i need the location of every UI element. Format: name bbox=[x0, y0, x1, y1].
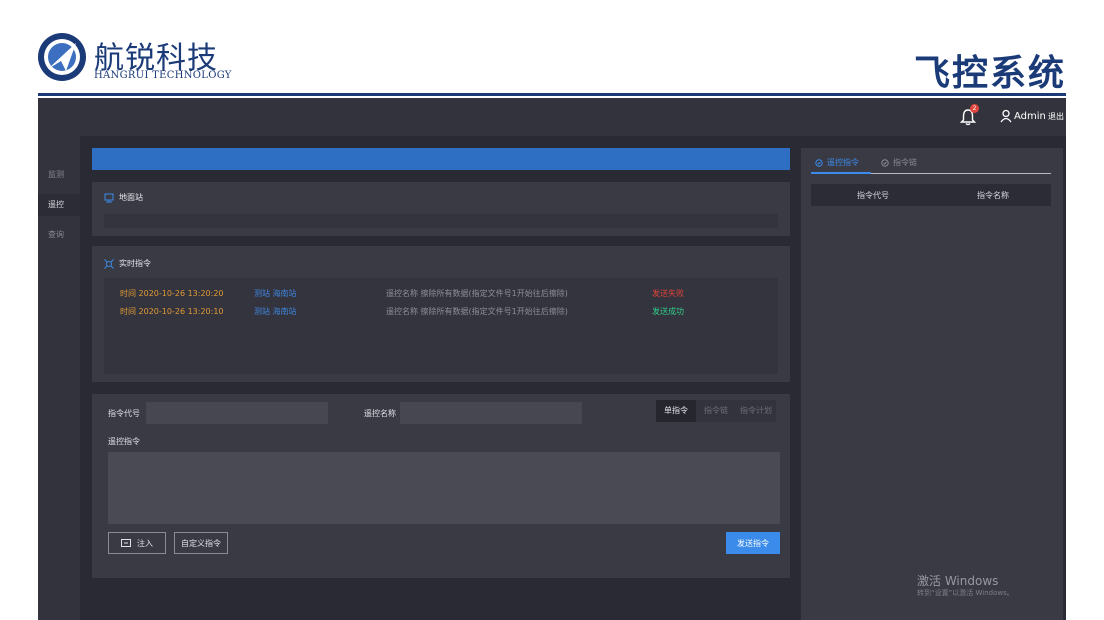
realtime-title: 实时指令 bbox=[119, 259, 151, 268]
sidebar-item-monitor[interactable]: 监测 bbox=[38, 164, 80, 186]
column-header-name: 指令名称 bbox=[977, 191, 1009, 200]
remote-name-label: 遥控名称 bbox=[364, 409, 396, 418]
header-rule bbox=[38, 93, 1066, 96]
top-bar: 2 Admin 退出 bbox=[38, 98, 1066, 136]
realtime-command-icon bbox=[104, 258, 114, 269]
realtime-command-panel: 实时指令 时间 2020-10-26 13:20:20 测站 海南站 遥控名称 … bbox=[92, 246, 790, 382]
windows-activation-hint: 转到“设置”以激活 Windows。 bbox=[917, 589, 1014, 597]
ground-station-icon bbox=[104, 193, 114, 202]
inject-button[interactable]: 注入 bbox=[108, 532, 166, 554]
sidebar-item-query[interactable]: 查询 bbox=[38, 224, 80, 246]
system-title: 飞控系统 bbox=[913, 53, 1066, 94]
brand-name-en: HANGRUI TECHNOLOGY bbox=[94, 70, 232, 81]
user-menu[interactable]: Admin bbox=[1000, 109, 1046, 123]
ground-station-title-row: 地面站 bbox=[104, 192, 143, 203]
ground-station-title: 地面站 bbox=[119, 193, 143, 202]
log-description: 遥控名称 擦除所有数据(指定文件号1开始往后擦除) bbox=[386, 289, 568, 298]
log-description: 遥控名称 擦除所有数据(指定文件号1开始往后擦除) bbox=[386, 307, 568, 316]
realtime-title-row: 实时指令 bbox=[104, 258, 151, 269]
windows-activation-watermark: 激活 Windows bbox=[917, 574, 999, 588]
notification-badge: 2 bbox=[970, 104, 979, 113]
content-header-bar bbox=[92, 148, 790, 170]
ground-station-content bbox=[104, 214, 778, 228]
user-name: Admin bbox=[1014, 110, 1046, 122]
active-tab-indicator bbox=[811, 172, 871, 174]
log-time: 时间 2020-10-26 13:20:20 bbox=[120, 289, 224, 298]
presentation-slide: 航锐科技 HANGRUI TECHNOLOGY 飞控系统 2 Admin 退出 … bbox=[0, 0, 1104, 620]
mode-command-chain[interactable]: 指令链 bbox=[696, 400, 736, 422]
inject-label: 注入 bbox=[137, 538, 153, 548]
command-mode-toggle: 单指令 指令链 指令计划 bbox=[656, 400, 776, 422]
app-window: 2 Admin 退出 监测 遥控 查询 地面站 实时指令 时间 2020-10-… bbox=[38, 98, 1066, 620]
ground-station-panel: 地面站 bbox=[92, 182, 790, 236]
remote-name-input[interactable] bbox=[400, 402, 582, 424]
right-panel-tabs: 遥控指令 指令链 bbox=[811, 148, 1051, 174]
tab-remote-commands[interactable]: 遥控指令 bbox=[815, 157, 859, 168]
sidebar: 监测 遥控 查询 bbox=[38, 136, 80, 620]
sidebar-item-remote-control[interactable]: 遥控 bbox=[38, 194, 80, 216]
logout-link[interactable]: 退出 bbox=[1048, 111, 1064, 122]
hangrui-logo-icon bbox=[38, 33, 86, 81]
column-header-code: 指令代号 bbox=[857, 191, 889, 200]
command-chain-tab-icon bbox=[881, 158, 889, 167]
log-station: 测站 海南站 bbox=[254, 307, 297, 316]
send-command-button[interactable]: 发送指令 bbox=[726, 532, 780, 554]
realtime-log-area: 时间 2020-10-26 13:20:20 测站 海南站 遥控名称 擦除所有数… bbox=[104, 278, 778, 374]
command-code-label: 指令代号 bbox=[108, 409, 140, 418]
remote-command-textarea[interactable] bbox=[108, 452, 780, 524]
command-form-panel: 指令代号 遥控名称 单指令 指令链 指令计划 遥控指令 注入 自定义指令 发送指… bbox=[92, 394, 790, 578]
remote-command-label: 遥控指令 bbox=[108, 437, 140, 446]
command-code-input[interactable] bbox=[146, 402, 328, 424]
log-status-success: 发送成功 bbox=[652, 307, 684, 316]
tab-command-chain-label: 指令链 bbox=[893, 158, 917, 167]
user-icon bbox=[1000, 109, 1012, 123]
custom-command-button[interactable]: 自定义指令 bbox=[174, 532, 228, 554]
log-station: 测站 海南站 bbox=[254, 289, 297, 298]
remote-commands-tab-icon bbox=[815, 158, 823, 167]
log-status-fail: 发送失败 bbox=[652, 289, 684, 298]
right-command-panel: 遥控指令 指令链 指令代号 指令名称 激活 Windows 转到“设置”以激活 … bbox=[801, 148, 1063, 620]
tab-command-chain[interactable]: 指令链 bbox=[881, 157, 917, 168]
mode-command-plan[interactable]: 指令计划 bbox=[736, 400, 776, 422]
command-table-header: 指令代号 指令名称 bbox=[811, 184, 1051, 206]
tab-remote-commands-label: 遥控指令 bbox=[827, 158, 859, 167]
log-time: 时间 2020-10-26 13:20:10 bbox=[120, 307, 224, 316]
mode-single-command[interactable]: 单指令 bbox=[656, 400, 696, 422]
inject-icon bbox=[121, 539, 131, 547]
